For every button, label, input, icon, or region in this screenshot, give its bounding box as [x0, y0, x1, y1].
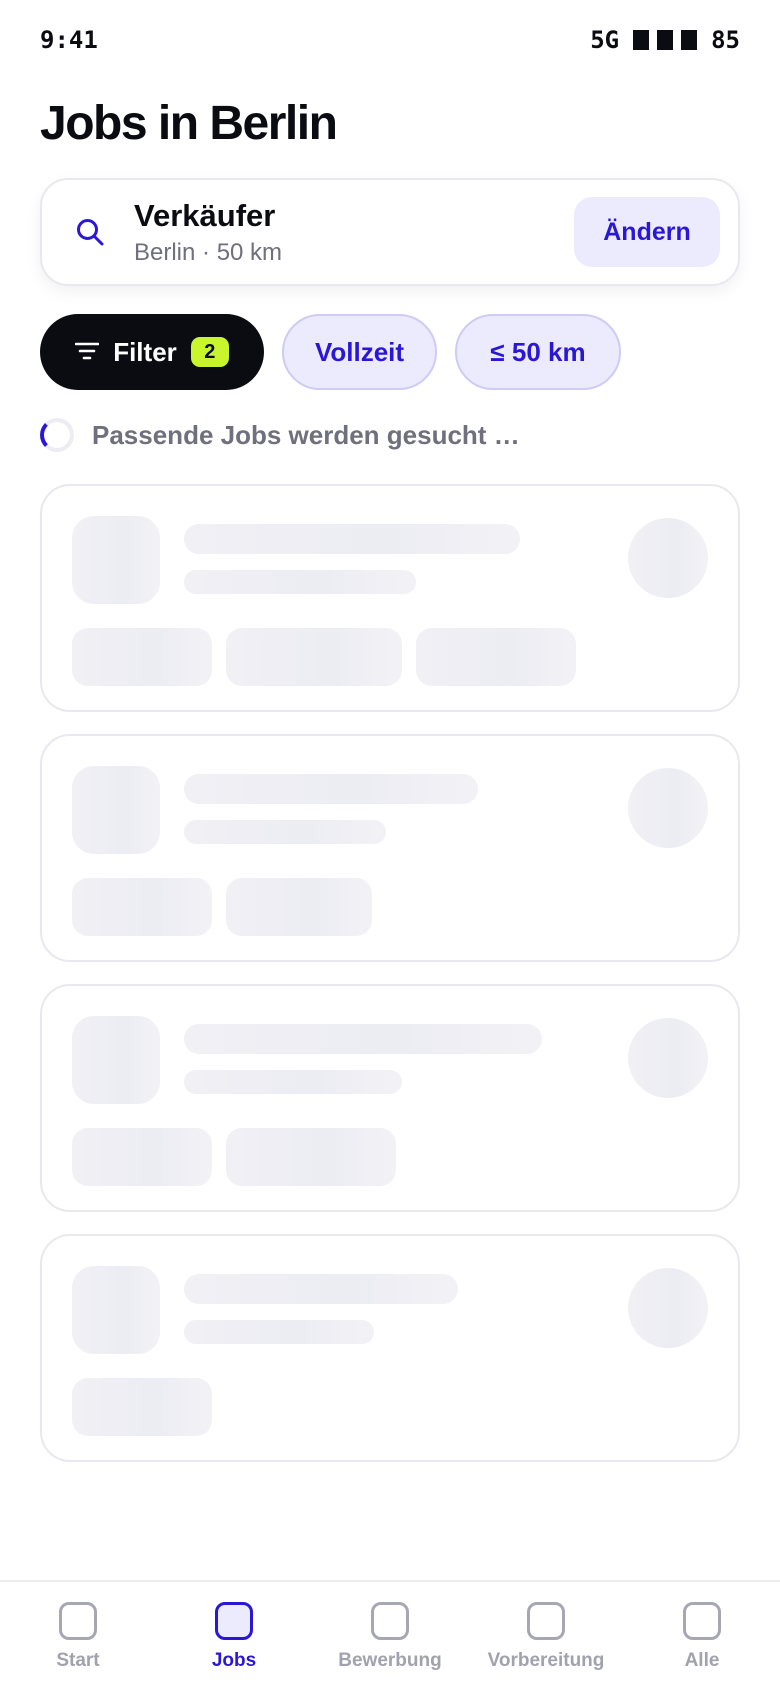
- search-text: Verkäufer Berlin · 50 km: [134, 197, 574, 267]
- job-card-skeleton: [40, 734, 740, 962]
- vorbereitung-icon: [527, 1602, 565, 1640]
- filter-count-badge: 2: [190, 337, 229, 367]
- page-title: Jobs in Berlin: [40, 97, 338, 150]
- skeleton-tag: [72, 1128, 212, 1186]
- skeleton-title-line: [184, 774, 478, 804]
- status-time: 9:41: [40, 26, 98, 54]
- skeleton-logo: [72, 1266, 160, 1354]
- skeleton-tag: [416, 628, 576, 686]
- nav-label: Jobs: [211, 1650, 257, 1671]
- search-location-radius: Berlin · 50 km: [134, 239, 283, 266]
- search-icon: [72, 214, 108, 250]
- skeleton-tag: [72, 1378, 212, 1436]
- skeleton-subtitle-line: [184, 1070, 402, 1094]
- filter-label: Filter: [113, 336, 177, 367]
- network-label: 5G: [590, 26, 620, 54]
- search-query: Verkäufer: [134, 198, 276, 233]
- bottom-navigation: Start Jobs Bewerbung Vorbereitung Alle: [0, 1580, 780, 1688]
- skeleton-logo: [72, 766, 160, 854]
- skeleton-logo: [72, 1016, 160, 1104]
- change-search-button[interactable]: Ändern: [574, 197, 720, 267]
- skeleton-avatar: [628, 768, 708, 848]
- signal-icon: [633, 30, 698, 50]
- nav-item-bewerbung[interactable]: Bewerbung: [315, 1602, 465, 1672]
- nav-item-start[interactable]: Start: [3, 1602, 153, 1672]
- skeleton-subtitle-line: [184, 570, 416, 594]
- start-icon: [59, 1602, 97, 1640]
- nav-label: Vorbereitung: [487, 1650, 605, 1671]
- filter-button[interactable]: Filter 2: [40, 314, 264, 390]
- loading-text: Passende Jobs werden gesucht …: [92, 419, 520, 450]
- chip-vollzeit[interactable]: Vollzeit: [282, 314, 437, 390]
- alle-icon: [683, 1602, 721, 1640]
- jobs-screen: 9:41 5G 85 Jobs in Berlin Verkäufer Berl…: [0, 0, 780, 1688]
- search-summary-card[interactable]: Verkäufer Berlin · 50 km Ändern: [40, 178, 740, 286]
- nav-item-alle[interactable]: Alle: [627, 1602, 777, 1672]
- status-bar: 9:41 5G 85: [0, 0, 780, 80]
- loading-indicator: Passende Jobs werden gesucht …: [40, 418, 520, 452]
- skeleton-title-line: [184, 1024, 542, 1054]
- skeleton-subtitle-line: [184, 1320, 374, 1344]
- skeleton-tag: [226, 1128, 396, 1186]
- nav-label: Start: [56, 1650, 100, 1671]
- job-card-skeleton: [40, 984, 740, 1212]
- skeleton-logo: [72, 516, 160, 604]
- status-indicators: 5G 85: [590, 26, 740, 54]
- skeleton-subtitle-line: [184, 820, 386, 844]
- spinner-icon: [40, 418, 74, 452]
- skeleton-avatar: [628, 1268, 708, 1348]
- skeleton-tag: [72, 628, 212, 686]
- skeleton-title-line: [184, 1274, 458, 1304]
- skeleton-avatar: [628, 1018, 708, 1098]
- filter-chips: Filter 2 Vollzeit ≤ 50 km: [40, 314, 621, 390]
- nav-item-jobs[interactable]: Jobs: [159, 1602, 309, 1672]
- bewerbung-icon: [371, 1602, 409, 1640]
- jobs-icon: [215, 1602, 253, 1640]
- nav-label: Bewerbung: [338, 1650, 442, 1671]
- battery-level: 85: [711, 26, 740, 54]
- job-card-skeleton: [40, 484, 740, 712]
- filter-icon: [74, 337, 100, 368]
- skeleton-avatar: [628, 518, 708, 598]
- job-card-skeleton: [40, 1234, 740, 1462]
- skeleton-tag: [226, 878, 372, 936]
- skeleton-title-line: [184, 524, 520, 554]
- skeleton-tag: [226, 628, 402, 686]
- skeleton-tag: [72, 878, 212, 936]
- nav-label: Alle: [684, 1650, 720, 1671]
- nav-item-vorbereitung[interactable]: Vorbereitung: [471, 1602, 621, 1672]
- chip-radius[interactable]: ≤ 50 km: [455, 314, 621, 390]
